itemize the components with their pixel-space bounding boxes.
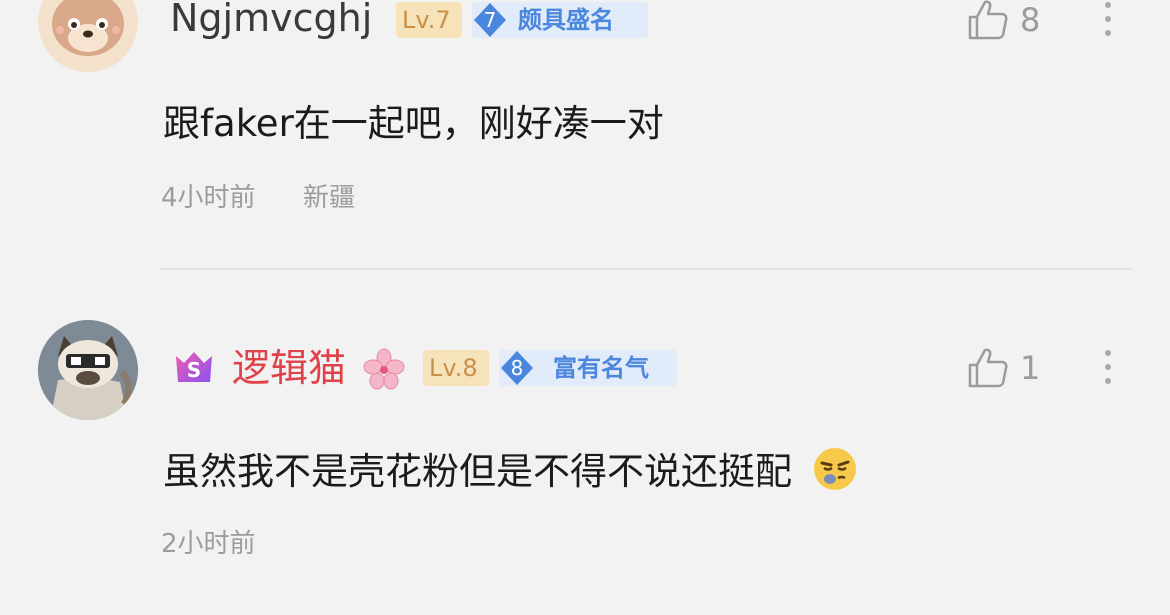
smirk-emoji-icon [813, 448, 856, 490]
avatar[interactable] [38, 0, 138, 72]
comment-location: 新疆 [303, 183, 356, 213]
username[interactable]: Ngjmvcghj [170, 0, 372, 40]
username[interactable]: 逻辑猫 [232, 346, 346, 390]
thumbs-up-icon [968, 0, 1008, 40]
comment-item: Ngjmvcghj Lv.7 7 颇具盛名 8 跟faker在一起吧，刚好凑一对… [0, 0, 1170, 268]
level-badge: Lv.7 [396, 2, 462, 38]
vip-badge-letter: S [186, 358, 202, 382]
like-count: 8 [1020, 1, 1041, 39]
sakura-icon [362, 348, 406, 392]
more-options-icon[interactable] [1102, 0, 1114, 42]
vip-badge-icon: S [172, 348, 216, 388]
comment-text-body: 虽然我不是壳花粉但是不得不说还挺配 [163, 450, 792, 493]
like-button[interactable]: 8 [966, 0, 1056, 42]
level-badge: Lv.8 [423, 350, 489, 386]
comment-time: 4小时前 [161, 183, 256, 213]
like-count: 1 [1020, 349, 1041, 387]
dog-avatar-icon [38, 0, 138, 72]
fame-title: 颇具盛名 [518, 6, 614, 34]
comment-text: 虽然我不是壳花粉但是不得不说还挺配 [163, 446, 858, 496]
fame-level: 8 [510, 356, 524, 380]
fame-badge: 7 颇具盛名 [472, 2, 648, 38]
comment-item: S 逻辑猫 Lv.8 8 富有名气 1 虽然我不是壳花粉但是不得不说还挺配 2小… [0, 270, 1170, 615]
comment-text: 跟faker在一起吧，刚好凑一对 [163, 102, 664, 145]
avatar[interactable] [38, 320, 138, 420]
fame-level: 7 [483, 8, 497, 32]
more-options-icon[interactable] [1102, 346, 1114, 390]
comment-time: 2小时前 [161, 529, 256, 559]
siamese-cat-avatar-icon [38, 320, 138, 420]
like-button[interactable]: 1 [966, 346, 1056, 390]
fame-badge: 8 富有名气 [499, 350, 677, 386]
thumbs-up-icon [968, 348, 1008, 388]
fame-title: 富有名气 [553, 354, 649, 382]
